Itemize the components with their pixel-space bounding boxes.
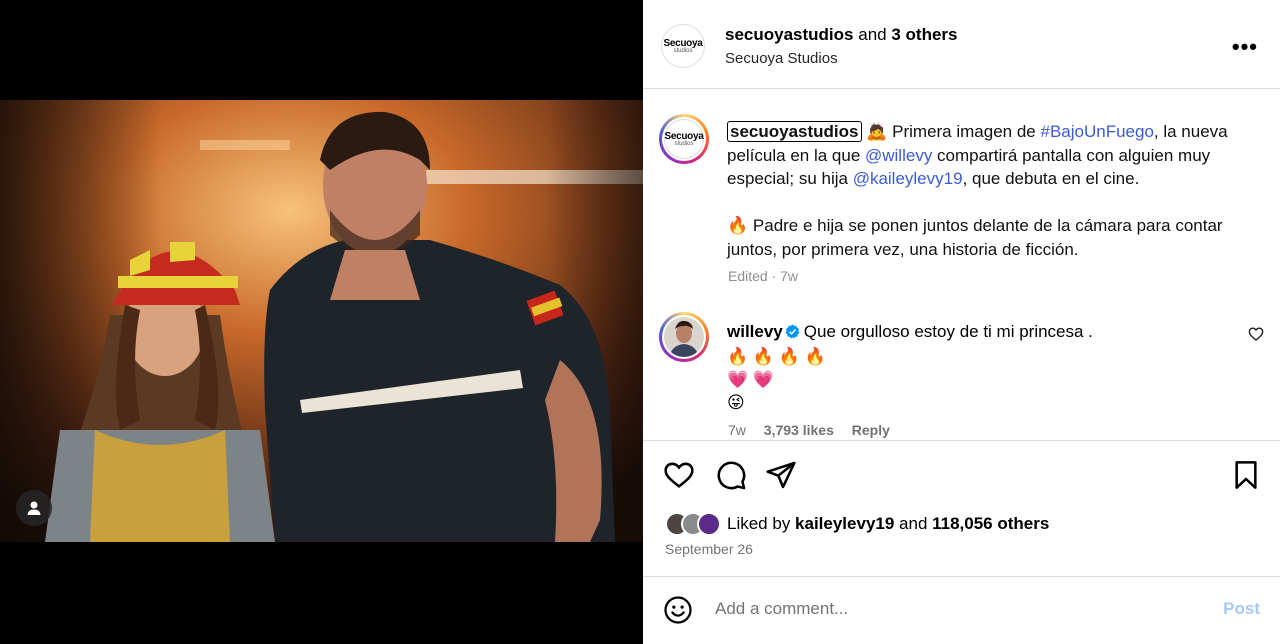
post-details-panel: Secuoya studios secuoyastudios and 3 oth… [643, 0, 1280, 644]
comment-body: Que orgulloso estoy de ti mi princesa . [803, 322, 1093, 341]
post-comment-button[interactable]: Post [1223, 599, 1260, 619]
verified-badge-icon [785, 322, 800, 345]
caption-part: Primera imagen de [887, 122, 1041, 141]
bow-emoji-icon: 🙇 [866, 122, 888, 141]
header-and: and [858, 25, 887, 44]
secuoya-logo: Secuoya studios [661, 24, 705, 68]
header-usernames: secuoyastudios and 3 others [725, 25, 957, 45]
logo-sub-text: studios [674, 141, 694, 147]
comment-avatar[interactable] [659, 312, 709, 362]
comment-like-button[interactable] [1248, 326, 1264, 347]
more-options-button[interactable]: ••• [1232, 34, 1258, 60]
comment-meta: 7w 3,793 likes Reply [728, 422, 904, 438]
liked-by-others-link[interactable]: 118,056 others [932, 514, 1049, 533]
caption-username-link[interactable]: secuoyastudios [727, 121, 862, 142]
heart-icon [664, 462, 694, 488]
liked-by-user-link[interactable]: kaileylevy19 [795, 514, 894, 533]
liked-by-prefix: Liked by [727, 514, 796, 533]
heart-outline-icon [1248, 327, 1264, 341]
fire-emoji-icon: 🔥 [727, 216, 749, 235]
post-actions: Liked by kaileylevy19 and 118,056 others… [643, 440, 1280, 576]
comments-area: Secuoya studios secuoyastudios 🙇 Primera… [643, 90, 1280, 440]
user-icon [27, 501, 41, 515]
caption-part: , que debuta en el cine. [962, 169, 1140, 188]
comment-username-link[interactable]: willevy [727, 322, 783, 341]
comment-emoji-line: 💗 💗 [727, 370, 775, 389]
comment-icon [717, 461, 746, 490]
tagged-users-button[interactable] [16, 490, 52, 526]
like-button[interactable] [663, 459, 695, 496]
header-subtitle[interactable]: Secuoya Studios [725, 50, 838, 67]
comment-button[interactable] [715, 459, 747, 496]
comment-time: 7w [728, 422, 746, 438]
comment-emoji-line: 😜 [727, 393, 745, 412]
liked-by-row: Liked by kaileylevy19 and 118,056 others [665, 511, 1049, 537]
header-avatar[interactable]: Secuoya studios [661, 24, 705, 68]
comment-emoji-line: 🔥 🔥 🔥 🔥 [727, 347, 826, 366]
liked-by-and: and [894, 514, 933, 533]
comment-reply-button[interactable]: Reply [852, 422, 890, 438]
add-comment-bar: Add a comment... Post [643, 576, 1280, 644]
post-header: Secuoya studios secuoyastudios and 3 oth… [643, 0, 1280, 89]
post-media [0, 0, 643, 644]
comment-text: willevy Que orgulloso estoy de ti mi prin… [727, 320, 1207, 414]
send-icon [766, 461, 796, 489]
photo-illustration [0, 100, 643, 542]
save-button[interactable] [1230, 459, 1262, 496]
mention-kaileylevy19-link[interactable]: @kaileylevy19 [853, 169, 963, 188]
share-button[interactable] [765, 459, 797, 496]
comment-likes-link[interactable]: 3,793 likes [764, 422, 834, 438]
header-username-link[interactable]: secuoyastudios [725, 25, 854, 44]
post-date[interactable]: September 26 [665, 541, 753, 557]
comment-avatar-photo [664, 317, 704, 357]
liker-avatar[interactable] [697, 512, 721, 536]
emoji-button[interactable] [663, 595, 693, 630]
post-photo[interactable] [0, 100, 643, 542]
header-others-link[interactable]: 3 others [891, 25, 957, 44]
caption-meta: Edited · 7w [728, 268, 799, 284]
avatar-image [664, 317, 704, 357]
caption-part: Padre e hija se ponen juntos delante de … [727, 216, 1223, 259]
smiley-icon [664, 596, 692, 624]
bookmark-icon [1235, 461, 1257, 489]
secuoya-logo: Secuoya studios [664, 119, 704, 159]
caption-text: secuoyastudios 🙇 Primera imagen de #Bajo… [727, 120, 1257, 261]
logo-sub-text: studios [673, 48, 693, 54]
liked-by-text: Liked by kaileylevy19 and 118,056 others [727, 514, 1049, 534]
caption-avatar[interactable]: Secuoya studios [659, 114, 709, 164]
hashtag-link[interactable]: #BajoUnFuego [1040, 122, 1153, 141]
comment-input[interactable]: Add a comment... [715, 599, 848, 619]
mention-willevy-link[interactable]: @willevy [865, 146, 932, 165]
